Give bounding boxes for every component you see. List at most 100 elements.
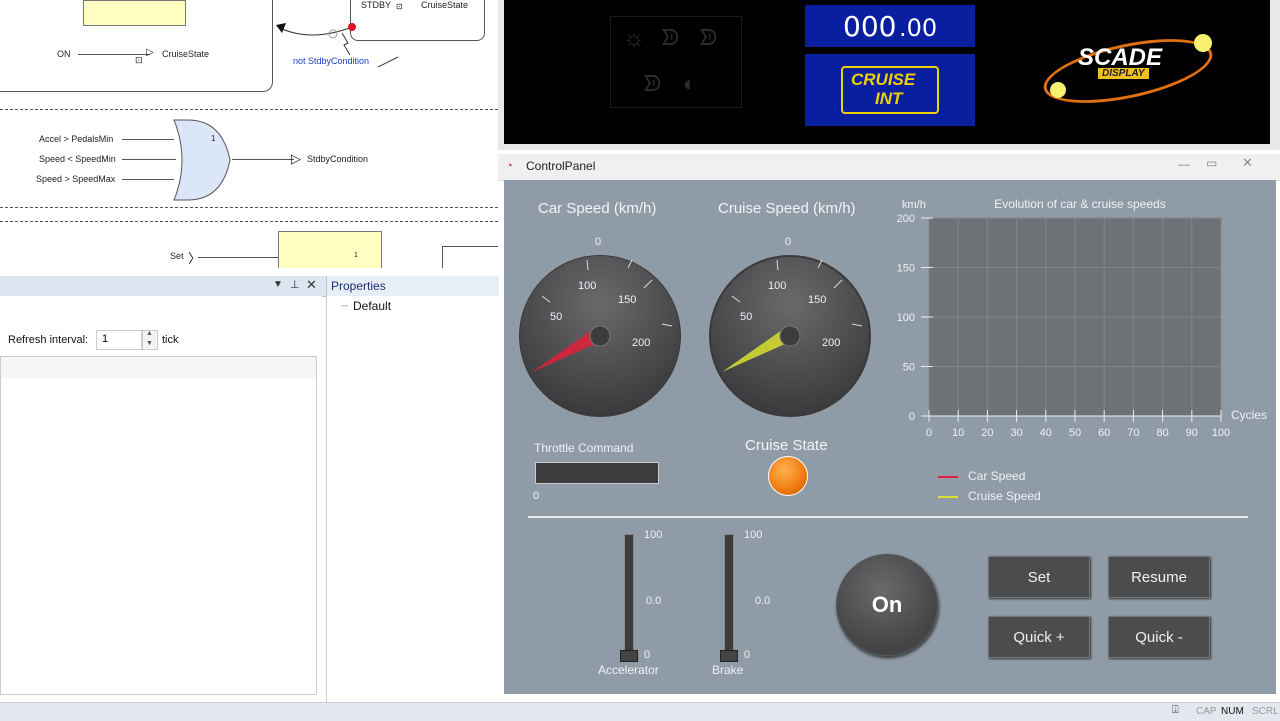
pin-icon[interactable]: ⊥ <box>290 278 300 291</box>
wire <box>232 159 294 160</box>
brake-label: Brake <box>712 663 744 677</box>
separator <box>528 516 1248 518</box>
gauge-tick-label: 150 <box>618 294 637 306</box>
watch-panel: Refresh interval: 1 ▲ ▼ tick <box>0 296 322 702</box>
cruise-sign: CRUISE INT <box>805 54 975 126</box>
stdby-condition-note: not StdbyCondition <box>293 56 370 66</box>
chevron-down-icon[interactable]: ▼ <box>146 340 153 347</box>
throttle-value: 0 <box>533 490 540 502</box>
properties-default-item[interactable]: Default <box>353 299 391 313</box>
properties-panel: ┈ Default <box>326 296 499 702</box>
tab-properties[interactable]: Properties <box>326 276 499 296</box>
wire <box>122 159 176 160</box>
logo-dot <box>1050 82 1066 98</box>
control-panel-titlebar[interactable]: ◔ ControlPanel — ▭ ✕ <box>498 154 1280 181</box>
speed-readout: 000 .00 <box>805 5 975 47</box>
legend-cruise-speed: Cruise Speed <box>968 489 1041 503</box>
gauge-tick-label: 0 <box>785 236 792 248</box>
stdby-label: STDBY <box>361 0 392 10</box>
properties-tab-label: Properties <box>331 279 386 293</box>
refresh-interval-input[interactable]: 1 <box>96 330 142 350</box>
transition-wire <box>276 23 399 68</box>
chart-x-tick-label: 0 <box>926 427 932 439</box>
close-icon[interactable]: ✕ <box>306 277 317 293</box>
state-machine-frame <box>0 0 273 92</box>
or-gate-icon[interactable] <box>172 118 234 204</box>
cruise-sign-line1: CRUISE <box>851 70 916 89</box>
set-button[interactable]: Set <box>988 556 1090 598</box>
subdiagram-icon: ⊡ <box>396 2 403 11</box>
brake-slider-handle[interactable] <box>720 650 738 662</box>
accelerator-label: Accelerator <box>598 663 659 677</box>
chart-y-tick-label: 50 <box>903 362 915 374</box>
refresh-interval-stepper[interactable]: ▲ ▼ <box>142 330 158 350</box>
control-panel-body: Car Speed (km/h) Cruise Speed (km/h) 0 5… <box>504 180 1276 694</box>
chart-x-tick-label: 10 <box>952 427 964 439</box>
slider-max-label: 100 <box>744 529 763 541</box>
divider <box>0 207 498 208</box>
gauge-tick-label: 0 <box>595 236 602 248</box>
gauge-tick-label: 100 <box>578 280 597 292</box>
car-speed-gauge <box>519 255 681 417</box>
dropdown-icon[interactable]: ▼ <box>273 279 283 290</box>
cruise-sign-line2: INT <box>875 89 903 108</box>
gauge-tick-label: 200 <box>822 337 841 349</box>
gauge-tick-label: 100 <box>768 280 787 292</box>
chart-x-tick-label: 70 <box>1127 427 1139 439</box>
chevron-up-icon[interactable]: ▲ <box>146 330 153 337</box>
watch-table-body[interactable] <box>0 378 317 695</box>
fog-light-icon: ᗥ <box>643 71 662 96</box>
cruise-speed-title: Cruise Speed (km/h) <box>718 200 856 217</box>
chart-y-tick-label: 0 <box>909 411 915 423</box>
watch-table-header[interactable] <box>0 356 317 380</box>
model-diagram-canvas[interactable]: STDBY ⊡ CruiseState ON ▷ CruiseState ⊡ n… <box>0 0 498 268</box>
quick-plus-button[interactable]: Quick + <box>988 616 1090 658</box>
legend-swatch-car-speed <box>938 476 958 478</box>
minimize-icon[interactable]: — <box>1178 157 1190 171</box>
wire <box>198 257 278 258</box>
close-icon[interactable]: ✕ <box>1242 155 1253 171</box>
maximize-icon[interactable]: ▭ <box>1206 156 1217 170</box>
headlight-icon: ᗥ <box>661 25 680 50</box>
speed-readout-int: 000 <box>843 10 897 43</box>
highbeam-icon: ᗥ <box>699 25 718 50</box>
set-block[interactable] <box>278 231 382 268</box>
logo-dot <box>1194 34 1212 52</box>
cruise-speed-gauge <box>709 255 871 417</box>
rear-fog-icon: ◐ <box>683 71 697 96</box>
subdiagram-icon: ⊡ <box>135 55 143 65</box>
chart-x-tick-label: 50 <box>1069 427 1081 439</box>
refresh-interval-label: Refresh interval: <box>8 334 89 346</box>
arrow-right-icon: ▷ <box>291 151 301 166</box>
accelerator-slider-handle[interactable] <box>620 650 638 662</box>
cruise-state-indicator <box>768 456 808 496</box>
save-icon[interactable]: ⍗ <box>1172 704 1179 717</box>
or-gate-index: 1 <box>211 134 216 143</box>
set-input-label: Set <box>170 251 184 261</box>
chart-y-tick-label: 100 <box>897 312 915 324</box>
sun-icon: ☼ <box>623 25 645 52</box>
quick-minus-button[interactable]: Quick - <box>1108 616 1210 658</box>
on-input-label: ON <box>57 49 71 59</box>
cockpit-display: ☼ ᗥ ᗥ ᗥ ◐ 000 .00 CRUISE INT SCADE DISPL… <box>504 0 1270 144</box>
brake-slider-track[interactable] <box>724 534 734 660</box>
slider-max-label: 100 <box>644 529 663 541</box>
block-edge <box>442 246 498 268</box>
cockpit-display-window: ☼ ᗥ ᗥ ᗥ ◐ 000 .00 CRUISE INT SCADE DISPL… <box>498 0 1280 150</box>
chart-y-tick-label: 150 <box>897 263 915 275</box>
refresh-unit-label: tick <box>162 334 179 346</box>
resume-button[interactable]: Resume <box>1108 556 1210 598</box>
panel-header-bar: ▼ ⊥ ✕ Properties <box>0 276 499 297</box>
on-button[interactable]: On <box>836 554 938 656</box>
legend-swatch-cruise-speed <box>938 496 958 498</box>
accelerator-slider-track[interactable] <box>624 534 634 660</box>
status-bar: ⍗ CAP NUM SCRL <box>0 702 1280 721</box>
chart-title: Evolution of car & cruise speeds <box>994 197 1165 211</box>
stdby-target-label: CruiseState <box>421 0 469 10</box>
speed-readout-dec: .00 <box>899 14 938 42</box>
app-icon: ◔ <box>506 160 513 172</box>
refresh-interval-value: 1 <box>102 333 109 345</box>
gauge-tick-label: 50 <box>740 311 753 323</box>
or-input-label: Accel > PedalsMin <box>39 134 114 144</box>
slider-min-label: 0 <box>644 649 651 661</box>
